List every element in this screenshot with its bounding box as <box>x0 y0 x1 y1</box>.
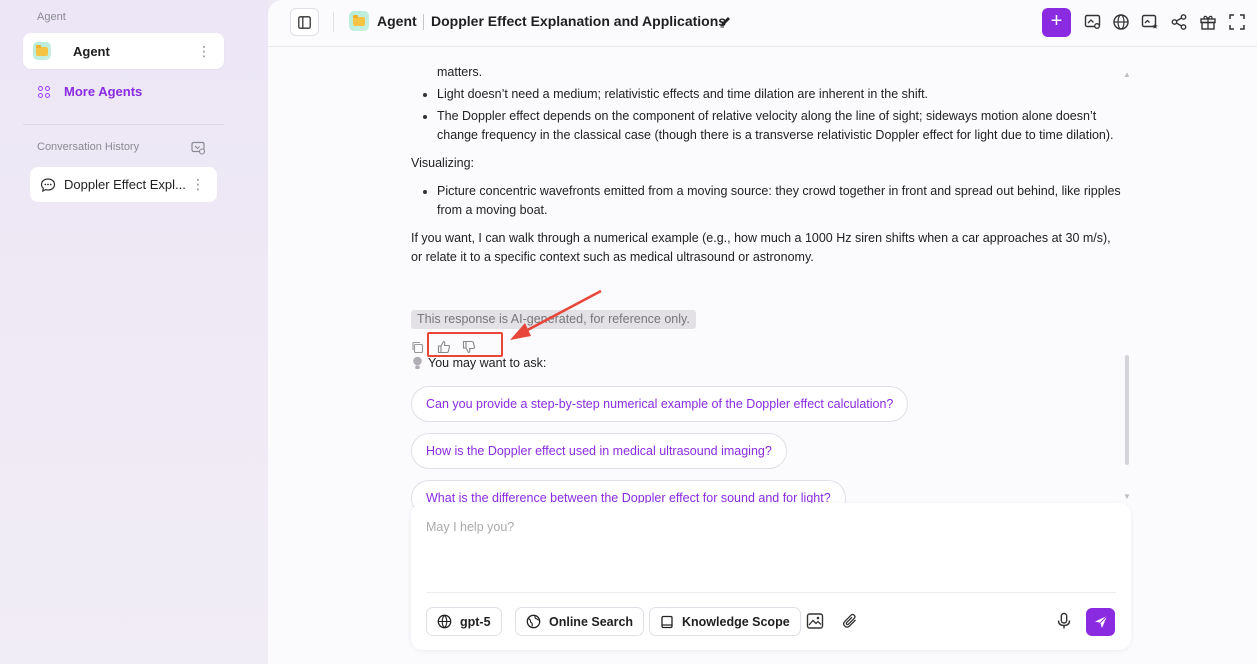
response-text: If you want, I can walk through a numeri… <box>411 231 1111 264</box>
sidebar-agent-card[interactable]: Agent ⋮ <box>23 33 224 69</box>
globe-icon <box>526 614 541 629</box>
annotation-arrow <box>510 289 602 340</box>
knowledge-scope-label: Knowledge Scope <box>682 614 790 629</box>
list-item: Picture concentric wavefronts emitted fr… <box>411 182 1121 220</box>
copy-icon[interactable] <box>411 341 424 354</box>
suggested-question[interactable]: Can you provide a step-by-step numerical… <box>411 386 909 422</box>
section-heading: Visualizing: <box>411 156 475 170</box>
folder-icon <box>36 44 48 56</box>
scroll-down-arrow[interactable]: ▼ <box>1123 492 1131 501</box>
agent-avatar <box>33 42 51 60</box>
send-icon <box>1094 615 1107 628</box>
list-item: The Doppler effect depends on the compon… <box>411 107 1121 145</box>
list-item: Light doesn’t need a medium; relativisti… <box>411 85 1121 104</box>
grid-icon <box>38 85 50 98</box>
folder-icon <box>353 14 365 26</box>
manage-history-icon[interactable] <box>191 141 206 155</box>
header-title-separator <box>423 14 424 30</box>
more-agents-link[interactable]: More Agents <box>38 84 142 99</box>
response-text: matters. <box>437 65 483 79</box>
scrollbar-thumb[interactable] <box>1125 355 1129 465</box>
knowledge-scope-button[interactable]: Knowledge Scope <box>649 607 801 636</box>
online-search-label: Online Search <box>549 614 634 629</box>
history-item[interactable]: Doppler Effect Expl... ⋮ <box>30 167 217 202</box>
response-content: matters. Light doesn’t need a medium; re… <box>411 47 1121 267</box>
gift-icon[interactable] <box>1199 13 1217 31</box>
header-agent-avatar <box>349 11 369 31</box>
globe-icon[interactable] <box>1112 13 1130 31</box>
new-chat-button[interactable]: + <box>1042 8 1071 37</box>
online-search-toggle[interactable]: Online Search <box>515 607 645 636</box>
image-upload-icon[interactable] <box>806 612 824 630</box>
composer-divider <box>426 592 1116 593</box>
sidebar-divider <box>23 124 224 125</box>
agent-name: Agent <box>73 43 110 59</box>
attachment-icon[interactable] <box>841 612 859 630</box>
image-search-icon[interactable] <box>1084 13 1102 31</box>
sidebar-toggle-icon <box>298 15 311 29</box>
suggestions-header: You may want to ask: <box>412 356 546 370</box>
more-agents-label: More Agents <box>64 84 143 99</box>
conversation-title: Doppler Effect Explanation and Applicati… <box>431 13 727 29</box>
chat-bubble-icon <box>40 177 56 192</box>
message-input[interactable]: May I help you? <box>426 520 514 534</box>
sidebar-section-label: Agent <box>37 11 66 23</box>
header-separator <box>333 12 334 32</box>
bullet-list: Light doesn’t need a medium; relativisti… <box>411 85 1121 145</box>
more-options-icon[interactable]: ⋮ <box>197 43 211 60</box>
sidebar-toggle-button[interactable] <box>290 8 319 36</box>
bullet-list: Picture concentric wavefronts emitted fr… <box>411 182 1121 220</box>
message-composer[interactable]: May I help you? gpt-5 Online Search Know… <box>411 503 1131 650</box>
edit-title-icon[interactable] <box>719 15 732 28</box>
sidebar: Agent Agent ⋮ More Agents Conversation H… <box>0 0 268 664</box>
history-item-label: Doppler Effect Expl... <box>64 177 186 192</box>
history-label: Conversation History <box>37 141 140 153</box>
model-selector[interactable]: gpt-5 <box>426 607 502 636</box>
book-icon <box>661 615 673 628</box>
header: Agent Doppler Effect Explanation and App… <box>268 0 1257 47</box>
image-star-icon[interactable] <box>1141 13 1159 31</box>
share-icon[interactable] <box>1170 13 1188 31</box>
suggestions-label: You may want to ask: <box>428 356 547 370</box>
send-button[interactable] <box>1086 608 1115 636</box>
ai-globe-icon <box>437 614 452 629</box>
microphone-icon[interactable] <box>1055 612 1073 630</box>
scroll-up-arrow[interactable]: ▲ <box>1123 70 1131 79</box>
more-options-icon[interactable]: ⋮ <box>191 176 205 193</box>
feedback-highlight-box <box>427 332 503 357</box>
header-agent-name: Agent <box>377 13 417 29</box>
main-panel: Agent Doppler Effect Explanation and App… <box>268 0 1257 664</box>
lightbulb-icon <box>413 356 422 369</box>
suggested-question[interactable]: How is the Doppler effect used in medica… <box>411 433 787 469</box>
fullscreen-icon[interactable] <box>1228 13 1246 31</box>
model-label: gpt-5 <box>460 614 491 629</box>
